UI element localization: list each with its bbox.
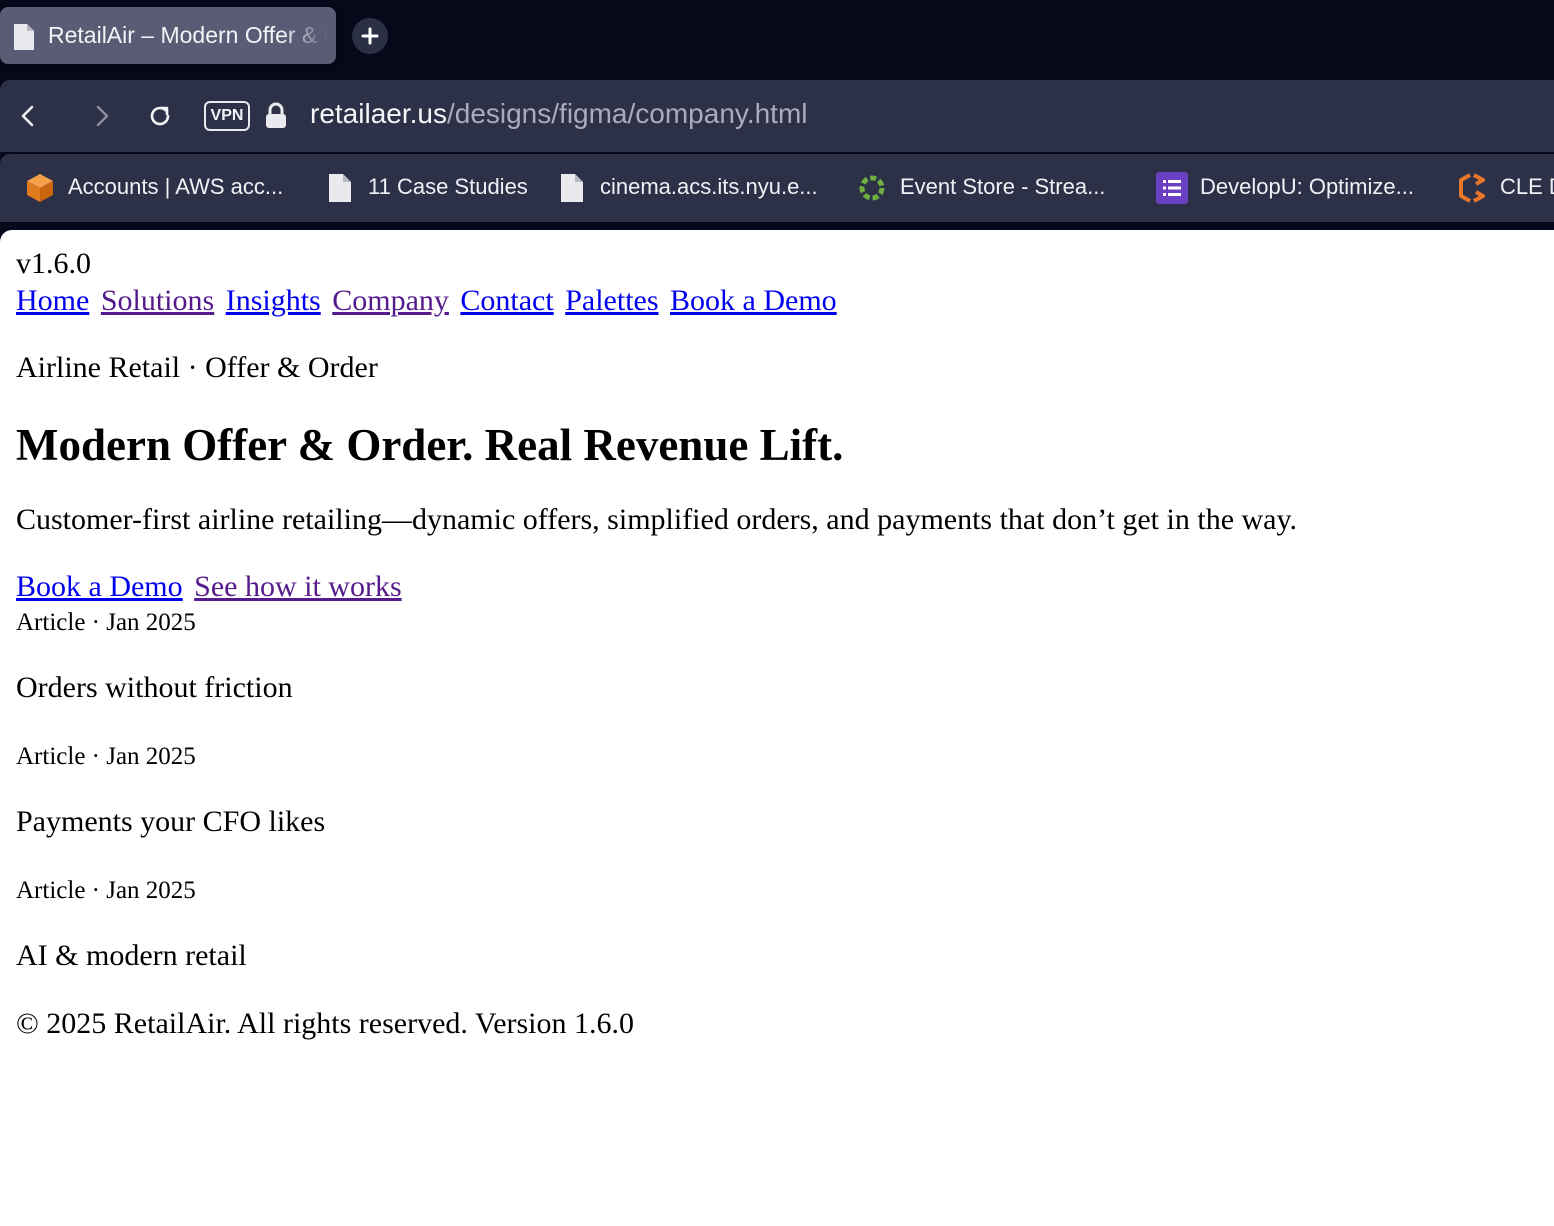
see-how-it-works-link[interactable]: See how it works xyxy=(194,570,401,603)
back-button[interactable] xyxy=(14,102,42,130)
bookmark-label: 11 Case Studies xyxy=(368,174,528,199)
page-content: v1.6.0 Home Solutions Insights Company C… xyxy=(16,246,1546,1042)
bookmarks-bar: Accounts | AWS acc... 11 Case Studies ci… xyxy=(0,154,1554,222)
article-meta: Article · Jan 2025 xyxy=(16,609,196,636)
nav-link-insights[interactable]: Insights xyxy=(226,284,321,317)
site-nav: Home Solutions Insights Company Contact … xyxy=(16,282,1546,320)
nav-link-home[interactable]: Home xyxy=(16,284,89,317)
article-title: AI & modern retail xyxy=(16,939,247,972)
eventstore-ring-icon xyxy=(856,172,888,204)
article-card: Article · Jan 2025 AI & modern retail xyxy=(16,874,1546,974)
chevron-right-icon xyxy=(96,105,109,127)
nav-link-company[interactable]: Company xyxy=(332,284,449,317)
document-icon xyxy=(12,23,36,51)
document-icon xyxy=(556,172,588,204)
article-meta: Article · Jan 2025 xyxy=(16,877,196,904)
forward-button[interactable] xyxy=(88,102,116,130)
hero-subtitle: Customer-first airline retailing—dynamic… xyxy=(16,503,1298,536)
version-label: v1.6.0 xyxy=(16,247,91,280)
book-demo-link[interactable]: Book a Demo xyxy=(16,570,183,603)
url-path: /designs/figma/company.html xyxy=(446,98,808,129)
nav-link-palettes[interactable]: Palettes xyxy=(565,284,658,317)
bookmark-label: Accounts | AWS acc... xyxy=(68,174,284,199)
tab-title: RetailAir – Modern Offer & Order xyxy=(48,22,328,48)
tab-strip: RetailAir – Modern Offer & Order xyxy=(0,0,1554,78)
article-title: Orders without friction xyxy=(16,671,293,704)
footer-text: © 2025 RetailAir. All rights reserved. V… xyxy=(16,1007,635,1040)
hero-eyebrow: Airline Retail · Offer & Order xyxy=(16,351,378,384)
nav-link-book-demo[interactable]: Book a Demo xyxy=(670,284,837,317)
new-tab-button[interactable] xyxy=(352,18,388,54)
vpn-badge[interactable]: VPN xyxy=(204,101,250,131)
browser-toolbar: VPN retailaer.us/designs/figma/company.h… xyxy=(0,80,1554,152)
cta-row: Book a Demo See how it works xyxy=(16,568,1546,606)
plus-icon xyxy=(361,27,379,45)
reload-icon xyxy=(150,106,170,126)
lock-icon[interactable] xyxy=(264,102,288,130)
url-host: retailaer.us xyxy=(310,98,447,129)
page-viewport: v1.6.0 Home Solutions Insights Company C… xyxy=(0,230,1554,1226)
article-card: Article · Jan 2025 Payments your CFO lik… xyxy=(16,740,1546,840)
bookmark-label: CLE D xyxy=(1500,174,1554,199)
browser-tab-active[interactable]: RetailAir – Modern Offer & Order xyxy=(0,7,336,64)
nav-link-contact[interactable]: Contact xyxy=(460,284,553,317)
nav-link-solutions[interactable]: Solutions xyxy=(101,284,214,317)
reload-button[interactable] xyxy=(146,102,174,130)
aws-cube-icon xyxy=(24,172,56,204)
hero-title: Modern Offer & Order. Real Revenue Lift. xyxy=(16,420,844,470)
bookmark-label: DevelopU: Optimize... xyxy=(1200,174,1414,199)
document-icon xyxy=(324,172,356,204)
article-title: Payments your CFO likes xyxy=(16,805,326,838)
chevron-left-icon xyxy=(21,105,34,127)
bookmark-label: cinema.acs.its.nyu.e... xyxy=(600,174,818,199)
list-icon xyxy=(1156,172,1188,204)
bookmark-label: Event Store - Strea... xyxy=(900,174,1106,199)
article-card: Article · Jan 2025 Orders without fricti… xyxy=(16,606,1546,706)
article-meta: Article · Jan 2025 xyxy=(16,743,196,770)
cle-logo-icon xyxy=(1456,172,1488,204)
address-bar[interactable]: retailaer.us/designs/figma/company.html xyxy=(310,98,808,130)
